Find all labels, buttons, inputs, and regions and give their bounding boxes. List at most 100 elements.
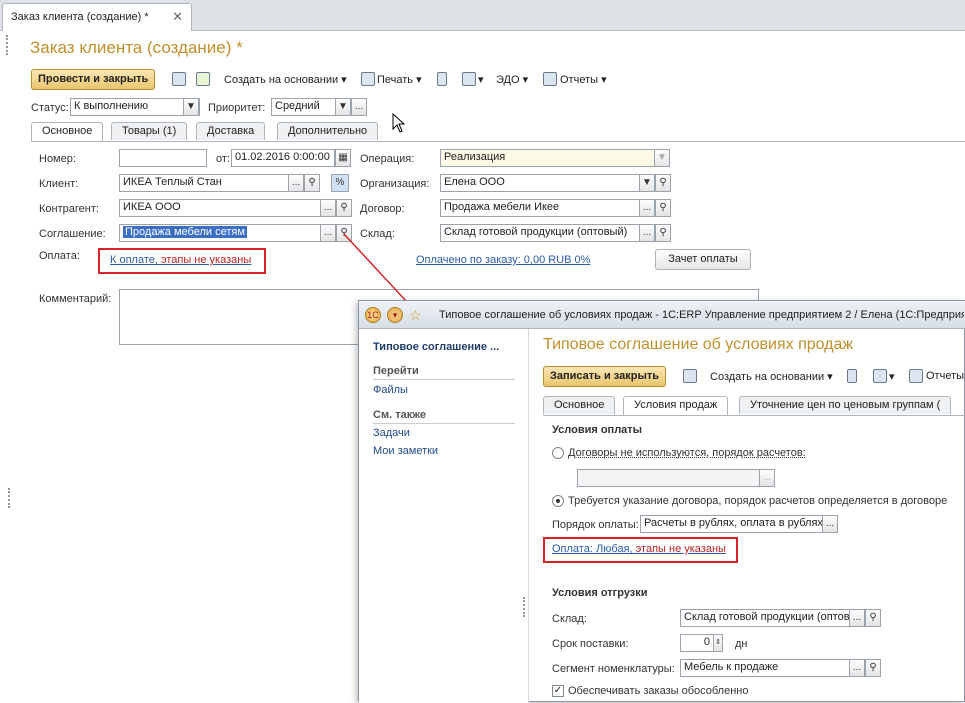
pay-order-label: Порядок оплаты: <box>552 519 639 531</box>
popup-tabs: Основное Условия продаж Уточнение цен по… <box>543 396 965 416</box>
search-icon[interactable]: ⚲ <box>655 224 671 242</box>
paid-link[interactable]: Оплачено по заказу: 0,00 RUB 0% <box>416 254 590 266</box>
print-menu[interactable]: Печать ▾ <box>377 73 422 86</box>
attach-icon[interactable] <box>462 72 476 86</box>
warehouse-field[interactable]: Склад готовой продукции (оптов <box>680 609 850 627</box>
search-icon[interactable]: ⚲ <box>655 174 671 192</box>
payment-offset-button[interactable]: Зачет оплаты <box>655 249 751 270</box>
radio-no-contracts-label[interactable]: Договоры не используются, порядок расчет… <box>568 447 806 459</box>
status-select[interactable]: К выполнению <box>70 98 200 116</box>
contract-field[interactable]: Продажа мебели Икее <box>440 199 640 217</box>
search-icon[interactable]: ⚲ <box>655 199 671 217</box>
more-button[interactable]: ... <box>849 659 865 677</box>
agreement-field[interactable]: Продажа мебели сетям <box>119 224 321 242</box>
more-button[interactable]: ... <box>849 609 865 627</box>
radio-no-contracts[interactable] <box>552 447 564 459</box>
window-titlebar: 1C ▾ ☆ Типовое соглашение об условиях пр… <box>359 301 965 329</box>
payment-terms-link[interactable]: Оплата: Любая, этапы не указаны <box>552 543 726 555</box>
chevron-down-icon[interactable]: ▼ <box>335 98 351 116</box>
resize-grip[interactable] <box>6 35 8 55</box>
radio-contract-required-label[interactable]: Требуется указание договора, порядок рас… <box>568 495 947 507</box>
save-icon[interactable] <box>172 72 186 86</box>
create-based-menu[interactable]: Создать на основании ▾ <box>710 370 833 383</box>
menu-icon[interactable]: ▾ <box>387 307 403 323</box>
sidebar-item-tasks[interactable]: Задачи <box>373 427 410 439</box>
save-and-close-button[interactable]: Записать и закрыть <box>543 366 667 387</box>
sidebar-item-notes[interactable]: Мои заметки <box>373 445 438 457</box>
number-field[interactable] <box>119 149 207 167</box>
sidebar-title[interactable]: Типовое соглашение ... <box>373 341 499 353</box>
resize-grip[interactable] <box>523 597 525 617</box>
percent-icon[interactable]: % <box>331 174 349 192</box>
tab-main[interactable]: Основное <box>31 122 104 141</box>
attach-icon[interactable] <box>873 369 887 383</box>
more-button[interactable]: ... <box>822 515 838 533</box>
star-icon[interactable]: ☆ <box>409 307 422 324</box>
sidebar-item-files[interactable]: Файлы <box>373 384 408 396</box>
search-icon[interactable]: ⚲ <box>336 199 352 217</box>
app-logo-icon[interactable]: 1C <box>365 307 381 323</box>
priority-label: Приоритет: <box>208 102 266 114</box>
tab-price-refinement[interactable]: Уточнение цен по ценовым группам ( <box>739 396 952 414</box>
tab-goods[interactable]: Товары (1) <box>111 122 188 140</box>
pay-order-field[interactable]: Расчеты в рублях, оплата в рублях <box>640 515 823 533</box>
client-label: Клиент: <box>39 178 79 190</box>
create-based-label: Создать на основании <box>710 371 825 383</box>
chevron-down-icon[interactable]: ▾ <box>889 370 895 383</box>
pay-link-b: этапы не указаны <box>632 543 726 555</box>
divider <box>373 379 515 380</box>
resize-grip[interactable] <box>8 488 10 508</box>
reports-menu[interactable]: Отчеты <box>926 370 964 382</box>
radio-contract-required[interactable] <box>552 495 564 507</box>
organization-select[interactable]: Елена ООО <box>440 174 640 192</box>
tab-delivery[interactable]: Доставка <box>196 122 266 140</box>
calendar-icon[interactable]: ▦ <box>335 149 351 167</box>
chevron-down-icon[interactable]: ▼ <box>654 149 670 167</box>
list-icon[interactable] <box>847 369 857 383</box>
tab-order[interactable]: Заказ клиента (создание) * ✕ <box>2 3 192 31</box>
warehouse-field[interactable]: Склад готовой продукции (оптовый) <box>440 224 640 242</box>
tab-main[interactable]: Основное <box>543 396 616 414</box>
post-and-close-button[interactable]: Провести и закрыть <box>31 69 156 90</box>
more-button[interactable]: ... <box>639 224 655 242</box>
separate-orders-checkbox[interactable]: ✓ <box>552 685 564 697</box>
more-button[interactable]: ... <box>639 199 655 217</box>
create-based-menu[interactable]: Создать на основании ▾ <box>224 73 347 86</box>
search-icon[interactable]: ⚲ <box>865 609 881 627</box>
chevron-down-icon[interactable]: ▼ <box>639 174 655 192</box>
date-field[interactable]: 01.02.2016 0:00:00 <box>231 149 335 167</box>
more-button[interactable]: ... <box>351 98 367 116</box>
payment-label: Оплата: <box>39 250 80 262</box>
edo-menu[interactable]: ЭДО ▾ <box>496 73 528 86</box>
search-icon[interactable]: ⚲ <box>865 659 881 677</box>
payment-link-a: К оплате, <box>110 254 158 266</box>
payment-link[interactable]: К оплате, этапы не указаны <box>110 254 251 266</box>
stepper-arrows-icon[interactable]: ⇕ <box>713 634 723 652</box>
save-icon[interactable] <box>683 369 697 383</box>
client-field[interactable]: ИКЕА Теплый Стан <box>119 174 289 192</box>
contractor-field[interactable]: ИКЕА ООО <box>119 199 321 217</box>
search-icon[interactable]: ⚲ <box>304 174 320 192</box>
operation-label: Операция: <box>360 153 415 165</box>
window-title: Типовое соглашение об условиях продаж - … <box>439 309 964 321</box>
organization-label: Организация: <box>360 178 430 190</box>
close-icon[interactable]: ✕ <box>172 9 183 25</box>
chevron-down-icon[interactable]: ▼ <box>183 98 199 116</box>
tab-additional[interactable]: Дополнительно <box>277 122 379 140</box>
popup-sidebar: Типовое соглашение ... Перейти Файлы См.… <box>359 329 529 703</box>
list-icon[interactable] <box>437 72 447 86</box>
payment-conditions-heading: Условия оплаты <box>552 424 643 436</box>
priority-value: Средний <box>275 100 320 112</box>
delivery-stepper[interactable]: 0 <box>680 634 714 652</box>
chevron-down-icon[interactable]: ▾ <box>478 73 484 86</box>
separate-orders-label: Обеспечивать заказы обособленно <box>568 685 749 697</box>
more-button[interactable]: ... <box>320 199 336 217</box>
more-button[interactable]: ... <box>288 174 304 192</box>
tab-sales-conditions[interactable]: Условия продаж <box>623 396 729 415</box>
client-value: ИКЕА Теплый Стан <box>123 176 222 188</box>
reports-menu[interactable]: Отчеты ▾ <box>560 73 607 86</box>
operation-select[interactable]: Реализация <box>440 149 655 167</box>
more-button[interactable]: ... <box>320 224 336 242</box>
document-icon[interactable] <box>196 72 210 86</box>
segment-field[interactable]: Мебель к продаже <box>680 659 850 677</box>
